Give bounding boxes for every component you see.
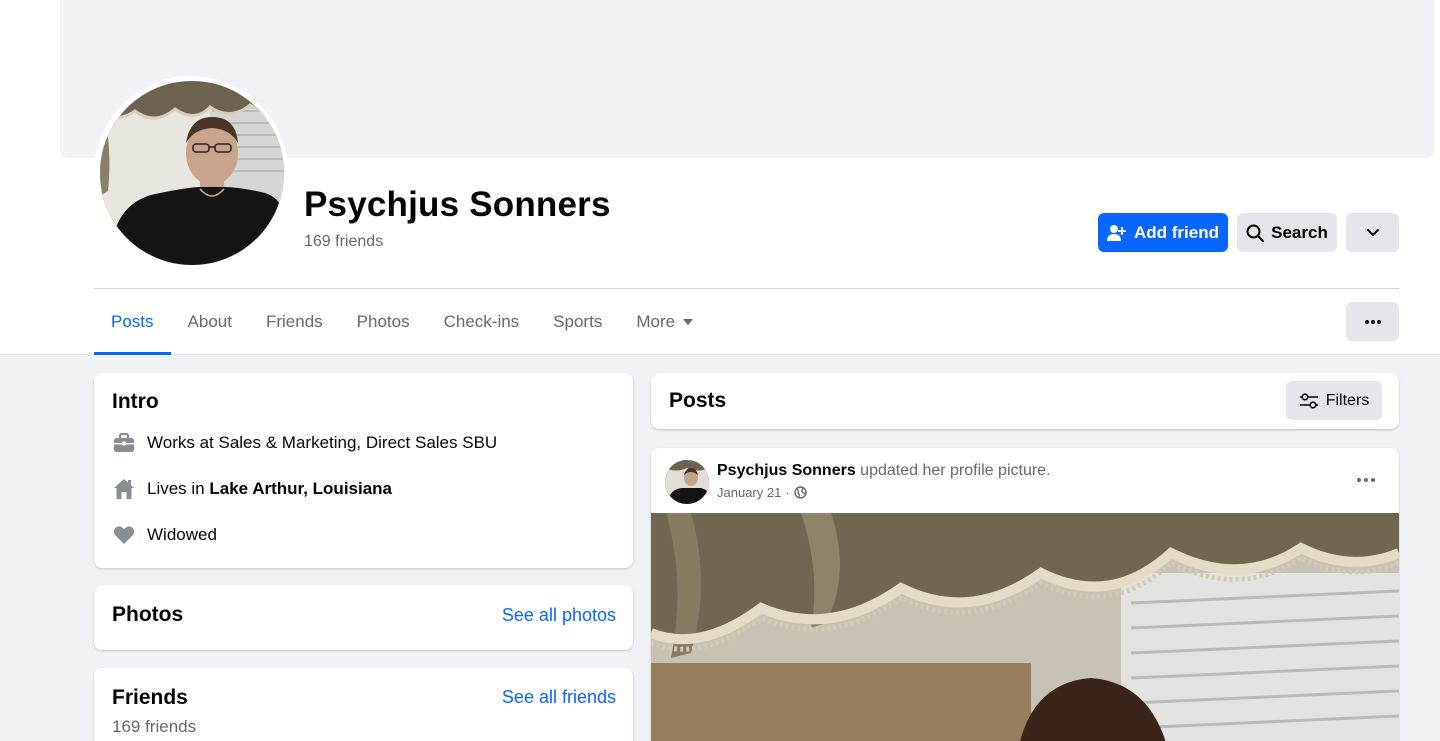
more-dots-icon [1364,319,1381,324]
tab-about[interactable]: About [171,289,249,355]
posts-header-card: Posts Filters [651,373,1399,429]
tab-more[interactable]: More [619,289,710,355]
photos-card: Photos See all photos [94,585,633,650]
intro-relationship-text: Widowed [147,525,217,544]
filters-label: Filters [1325,391,1370,409]
friends-card: Friends See all friends 169 friends [94,668,633,741]
tab-posts[interactable]: Posts [94,289,171,355]
friends-card-count: 169 friends [112,717,197,736]
filters-button[interactable]: Filters [1286,381,1382,420]
post-meta: January 21 · [717,485,807,500]
profile-tabs: Posts About Friends Photos Check-ins Spo… [94,289,710,355]
intro-work: Works at Sales & Marketing, Direct Sales… [112,431,497,455]
post-options-button[interactable] [1354,472,1378,488]
add-friend-icon [1107,224,1126,241]
posts-title: Posts [669,389,727,412]
post-author-name[interactable]: Psychjus Sonners [717,462,856,479]
search-label: Search [1271,222,1328,242]
tab-photos[interactable]: Photos [340,289,427,355]
friends-title: Friends [112,686,188,709]
add-friend-button[interactable]: Add friend [1098,213,1228,252]
photos-title: Photos [112,603,184,626]
tabs-more-options-button[interactable] [1346,302,1399,341]
profile-friends-count[interactable]: 169 friends [304,233,383,251]
post-action-text: updated her profile picture. [855,462,1051,479]
intro-lives: Lives in Lake Arthur, Louisiana [112,477,392,501]
post-date[interactable]: January 21 [717,485,781,500]
profile-header: Psychjus Sonners 169 friends Add friend … [0,0,1440,355]
search-button[interactable]: Search [1237,213,1337,252]
search-icon [1246,224,1265,242]
post-author-avatar[interactable] [665,460,709,504]
see-all-friends-link[interactable]: See all friends [502,687,616,708]
profile-options-dropdown-button[interactable] [1346,213,1399,252]
chevron-down-icon [1366,228,1379,236]
intro-title: Intro [112,390,159,413]
heart-icon [112,523,136,547]
tab-sports[interactable]: Sports [536,289,619,355]
post-meta-separator: · [785,485,790,500]
caret-down-icon [683,319,694,325]
more-dots-icon [1357,478,1375,482]
intro-relationship: Widowed [112,523,217,547]
home-icon [112,477,136,501]
add-friend-label: Add friend [1134,222,1219,242]
intro-lives-place[interactable]: Lake Arthur, Louisiana [209,479,392,498]
profile-avatar[interactable] [100,81,284,265]
intro-lives-prefix: Lives in [147,479,210,498]
post-card: Psychjus Sonners updated her profile pic… [651,448,1399,741]
post-photo[interactable] [651,513,1399,741]
intro-work-text: Works at Sales & Marketing, Direct Sales… [147,433,498,452]
post-header-text: Psychjus Sonners updated her profile pic… [717,462,1051,480]
globe-icon [793,486,807,499]
filters-icon [1299,392,1318,409]
tab-friends[interactable]: Friends [249,289,340,355]
briefcase-icon [112,431,136,455]
see-all-photos-link[interactable]: See all photos [502,605,616,626]
tab-check-ins[interactable]: Check-ins [427,289,537,355]
profile-name: Psychjus Sonners [304,185,611,224]
intro-card: Intro Works at Sales & Marketing, Direct… [94,373,633,568]
